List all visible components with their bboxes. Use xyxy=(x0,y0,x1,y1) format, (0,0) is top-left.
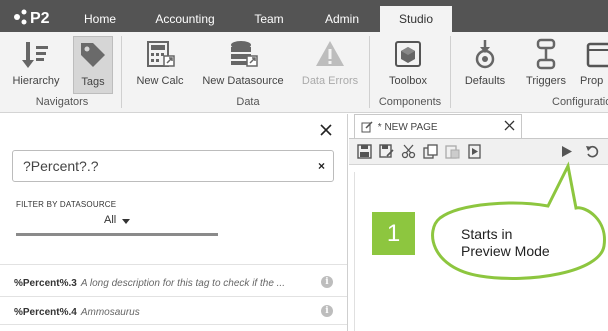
tab-studio[interactable]: Studio xyxy=(380,6,452,32)
document-tab-title: * NEW PAGE xyxy=(377,121,438,133)
properties-label: Prop xyxy=(580,75,604,87)
defaults-label: Defaults xyxy=(464,75,506,87)
group-label-components: Components xyxy=(378,96,442,108)
hierarchy-label: Hierarchy xyxy=(12,75,60,87)
data-errors-label: Data Errors xyxy=(301,75,359,87)
triggers-icon xyxy=(536,38,556,70)
callout-text: Starts in Preview Mode xyxy=(461,226,550,260)
paste-icon[interactable] xyxy=(445,144,460,159)
new-calc-label: New Calc xyxy=(136,75,184,87)
defaults-button[interactable]: Defaults xyxy=(458,36,512,94)
group-separator xyxy=(121,36,122,108)
logo-text: P2 xyxy=(30,10,50,27)
tags-label: Tags xyxy=(81,76,105,88)
triggers-label: Triggers xyxy=(526,75,566,87)
play-preview-icon[interactable] xyxy=(559,144,574,159)
tag-search-input[interactable]: ?Percent?.? × xyxy=(12,150,334,182)
step-number-badge: 1 xyxy=(372,212,415,255)
clear-search-icon[interactable]: × xyxy=(318,159,325,173)
callout-line-2: Preview Mode xyxy=(461,243,550,259)
toolbox-label: Toolbox xyxy=(389,75,427,87)
export-icon[interactable] xyxy=(467,144,482,159)
tag-description: Ammosaurus xyxy=(80,307,140,318)
close-tab-icon[interactable] xyxy=(504,120,515,131)
group-label-configuration: Configuratio xyxy=(552,96,608,108)
ribbon: Hierarchy Tags Navigators New Calc New D… xyxy=(0,32,608,113)
toolbox-icon xyxy=(395,41,421,67)
database-icon xyxy=(231,41,258,67)
hierarchy-button[interactable]: Hierarchy xyxy=(8,36,64,94)
group-separator xyxy=(369,36,370,108)
tag-name: %Percent%.3 xyxy=(14,278,77,289)
group-label-data: Data xyxy=(236,96,260,108)
group-separator xyxy=(450,36,451,108)
toolbox-button[interactable]: Toolbox xyxy=(380,36,436,94)
data-errors-button[interactable]: Data Errors xyxy=(298,36,362,94)
chevron-down-icon[interactable] xyxy=(122,219,130,224)
top-navigation-bar: P2 Home Accounting Team Admin Studio xyxy=(0,0,608,32)
document-tab[interactable]: * NEW PAGE xyxy=(354,114,522,138)
tag-search-value: ?Percent?.? xyxy=(23,158,99,174)
new-calc-button[interactable]: New Calc xyxy=(132,36,188,94)
filter-by-datasource-label: FILTER BY DATASOURCE xyxy=(16,200,117,209)
copy-icon[interactable] xyxy=(423,144,438,159)
properties-button[interactable]: Prop xyxy=(580,36,608,94)
tag-list-item[interactable]: %Percent%.3 A long description for this t… xyxy=(0,270,347,296)
tags-button[interactable]: Tags xyxy=(73,36,113,94)
new-datasource-label: New Datasource xyxy=(202,75,284,87)
info-icon[interactable]: i xyxy=(321,305,333,317)
tab-accounting[interactable]: Accounting xyxy=(140,0,230,32)
calculator-icon xyxy=(147,41,175,67)
warning-icon xyxy=(316,41,344,66)
info-icon[interactable]: i xyxy=(321,276,333,288)
save-as-icon[interactable] xyxy=(379,144,394,159)
tag-description: A long description for this tag to check… xyxy=(80,278,285,289)
row-divider xyxy=(0,264,347,265)
p2-logo[interactable]: P2 xyxy=(10,7,62,27)
close-icon[interactable] xyxy=(318,122,334,138)
filter-underline xyxy=(16,233,218,236)
tag-icon xyxy=(81,43,105,67)
new-datasource-button[interactable]: New Datasource xyxy=(198,36,288,94)
tag-name: %Percent%.4 xyxy=(14,307,77,318)
triggers-button[interactable]: Triggers xyxy=(518,36,574,94)
tab-home[interactable]: Home xyxy=(70,0,130,32)
row-divider xyxy=(0,296,347,297)
undo-icon[interactable] xyxy=(585,144,600,159)
save-icon[interactable] xyxy=(357,144,372,159)
hierarchy-icon xyxy=(22,42,48,68)
tab-team[interactable]: Team xyxy=(240,0,298,32)
defaults-icon xyxy=(475,40,495,69)
tab-admin[interactable]: Admin xyxy=(306,0,378,32)
tag-list-item[interactable]: %Percent%.4 Ammosaurus i xyxy=(0,299,347,325)
callout-line-1: Starts in xyxy=(461,226,513,242)
cut-icon[interactable] xyxy=(401,144,416,159)
datasource-filter-dropdown[interactable]: All xyxy=(104,214,116,226)
group-label-navigators: Navigators xyxy=(35,96,89,108)
row-divider xyxy=(0,324,347,325)
properties-icon xyxy=(586,42,608,68)
tag-browser-panel: ?Percent?.? × FILTER BY DATASOURCE All %… xyxy=(0,114,348,331)
edit-icon xyxy=(361,121,373,133)
